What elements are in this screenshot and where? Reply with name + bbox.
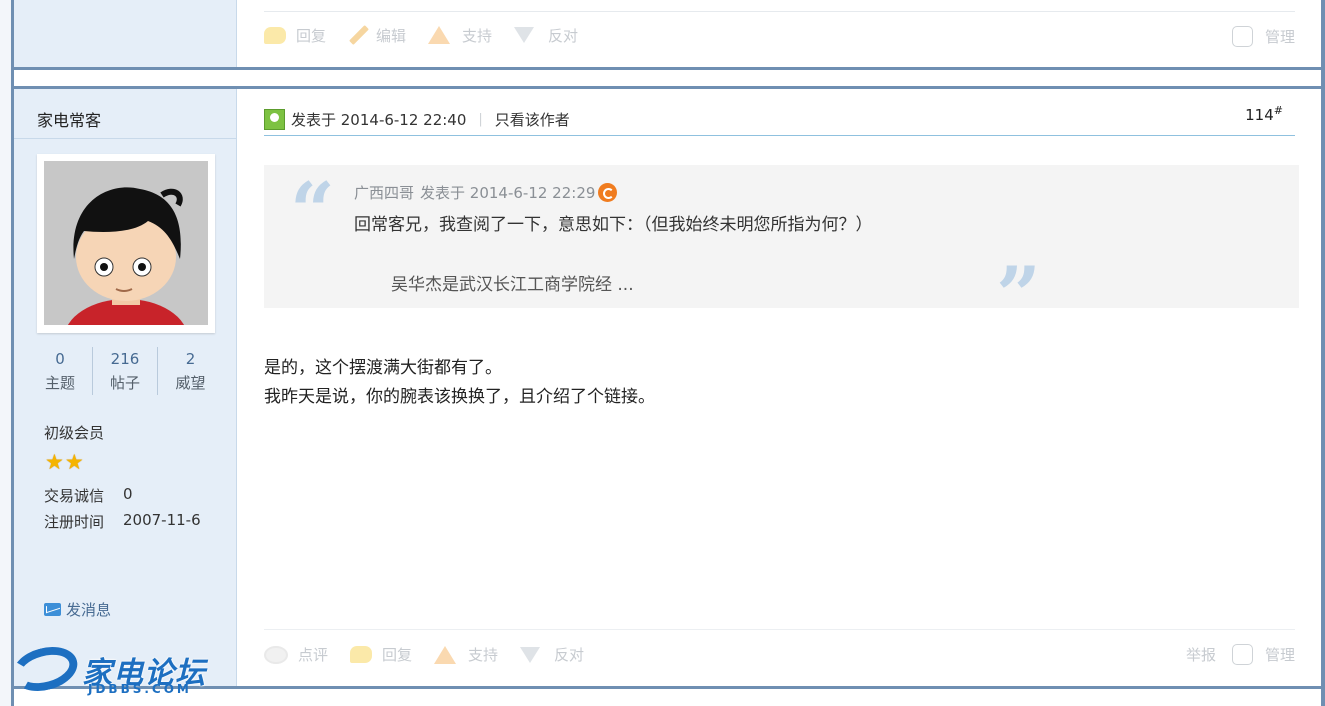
comment-eye-icon	[264, 645, 288, 664]
report-link[interactable]: 举报	[1186, 644, 1216, 665]
quote-author[interactable]: 广西四哥	[354, 182, 414, 203]
support-button[interactable]: 支持	[428, 25, 492, 46]
previous-post-sidebar	[14, 0, 237, 67]
post-top-border	[14, 86, 1321, 89]
support-label: 支持	[468, 646, 499, 664]
stat-posts-label: 帖子	[109, 374, 140, 392]
reply-button[interactable]: 回复	[264, 25, 326, 46]
register-date-value: 2007-11-6	[123, 511, 201, 529]
trade-credit-value[interactable]: 0	[123, 485, 133, 506]
quote-timestamp: 发表于 2014-6-12 22:29	[420, 184, 596, 202]
post-body-line: 我昨天是说，你的腕表该换换了，且介绍了个链接。	[264, 387, 655, 407]
author-sidebar: 家电常客 0 主题 216 帖子 2 威望 初级会员 ★ ★ 交易诚信 0 注册…	[14, 86, 237, 686]
stat-posts[interactable]: 216 帖子	[93, 347, 158, 395]
edit-button[interactable]: 编辑	[348, 24, 406, 46]
stat-threads-value: 0	[55, 350, 65, 368]
register-date-row: 注册时间 2007-11-6	[44, 511, 201, 532]
support-button[interactable]: 支持	[434, 644, 498, 665]
author-stats: 0 主题 216 帖子 2 威望	[28, 347, 223, 395]
oppose-button[interactable]: 反对	[520, 644, 584, 665]
thumb-up-arrow-icon	[434, 645, 457, 664]
stat-prestige-label: 威望	[175, 374, 206, 392]
logo-swoosh-icon	[7, 640, 83, 698]
stat-posts-value: 216	[110, 350, 140, 368]
user-online-icon	[264, 109, 285, 130]
reply-label: 回复	[296, 26, 327, 45]
page-right-border	[1321, 0, 1325, 706]
post-114: 家电常客 0 主题 216 帖子 2 威望 初级会员 ★ ★ 交易诚信 0 注册…	[14, 86, 1321, 686]
post-body: 是的，这个摆渡满大街都有了。 我昨天是说，你的腕表该换换了，且介绍了个链接。	[264, 354, 655, 412]
rank-stars: ★ ★	[45, 451, 85, 473]
reply-button[interactable]: 回复	[350, 644, 412, 665]
post-actions: 点评 回复 支持 反对	[264, 644, 606, 665]
trade-credit-label: 交易诚信	[44, 487, 105, 505]
manage-label: 管理	[1264, 646, 1295, 664]
edit-label: 编辑	[376, 26, 407, 45]
page-left-border	[0, 0, 14, 706]
stat-threads-label: 主题	[44, 374, 75, 392]
floor-number[interactable]: 114#	[1245, 104, 1283, 124]
send-message-link[interactable]: 发消息	[44, 599, 111, 620]
trade-credit-row: 交易诚信 0	[44, 485, 133, 506]
mail-icon	[44, 603, 61, 616]
open-quote-icon: “	[290, 166, 335, 257]
oppose-button[interactable]: 反对	[514, 25, 578, 46]
reply-label: 回复	[382, 646, 413, 664]
watermark-subtext: JDBBS.COM	[88, 682, 192, 696]
rate-button[interactable]: 点评	[264, 644, 328, 665]
goto-original-icon[interactable]	[598, 183, 618, 202]
support-label: 支持	[462, 26, 493, 45]
floor-value: 114	[1245, 106, 1274, 124]
post-header: 发表于 2014-6-12 22:40 | 只看该作者 114#	[264, 104, 1295, 136]
oppose-label: 反对	[548, 26, 579, 45]
pencil-icon	[349, 25, 369, 45]
manage-checkbox[interactable]	[1231, 644, 1253, 665]
quote-block: “ 广西四哥 发表于 2014-6-12 22:29 回常客兄，我查阅了一下，意…	[264, 165, 1299, 335]
post-timestamp: 发表于 2014-6-12 22:40	[291, 111, 467, 129]
quote-excerpt: 吴华杰是武汉长江工商学院经 ...	[391, 275, 634, 295]
close-quote-icon: ”	[996, 250, 1041, 341]
previous-post: 回复 编辑 支持 反对 管理	[14, 0, 1321, 70]
stat-threads[interactable]: 0 主题	[28, 347, 93, 395]
post-footer-divider	[264, 629, 1295, 630]
thumb-down-arrow-icon	[514, 27, 535, 43]
only-author-link[interactable]: 只看该作者	[495, 109, 570, 130]
thumb-down-arrow-icon	[520, 646, 541, 663]
reply-bubble-icon	[264, 26, 286, 44]
previous-post-divider	[264, 11, 1295, 12]
post-manage: 举报 管理	[1186, 644, 1295, 665]
previous-post-actions: 回复 编辑 支持 反对	[264, 24, 600, 46]
post-body-line: 是的，这个摆渡满大街都有了。	[264, 358, 502, 378]
previous-post-manage[interactable]: 管理	[1231, 26, 1295, 47]
sidebar-divider	[14, 138, 237, 139]
member-rank[interactable]: 初级会员	[44, 422, 104, 443]
header-divider: |	[478, 112, 483, 127]
post-bottom-border	[14, 686, 1321, 689]
star-icon: ★	[64, 450, 84, 474]
avatar[interactable]	[37, 154, 215, 333]
thumb-up-arrow-icon	[428, 26, 451, 44]
manage-checkbox[interactable]	[1231, 26, 1253, 47]
rate-label: 点评	[298, 646, 329, 664]
floor-mark: #	[1273, 104, 1283, 117]
cartoon-boy-avatar-icon	[44, 161, 208, 325]
avatar-image	[44, 161, 208, 325]
stat-prestige-value: 2	[185, 350, 196, 368]
register-date-label: 注册时间	[44, 513, 105, 531]
quote-meta: 广西四哥 发表于 2014-6-12 22:29	[354, 182, 618, 203]
oppose-label: 反对	[554, 646, 585, 664]
manage-label: 管理	[1264, 28, 1295, 46]
author-name[interactable]: 家电常客	[37, 107, 101, 131]
quote-text: 回常客兄，我查阅了一下，意思如下：（但我始终未明您所指为何？）	[354, 215, 873, 235]
send-message-label: 发消息	[66, 601, 112, 619]
stat-prestige[interactable]: 2 威望	[158, 347, 223, 395]
site-watermark-logo: 家电论坛 JDBBS.COM	[7, 640, 208, 700]
star-icon: ★	[45, 450, 64, 474]
reply-bubble-icon	[350, 646, 373, 663]
